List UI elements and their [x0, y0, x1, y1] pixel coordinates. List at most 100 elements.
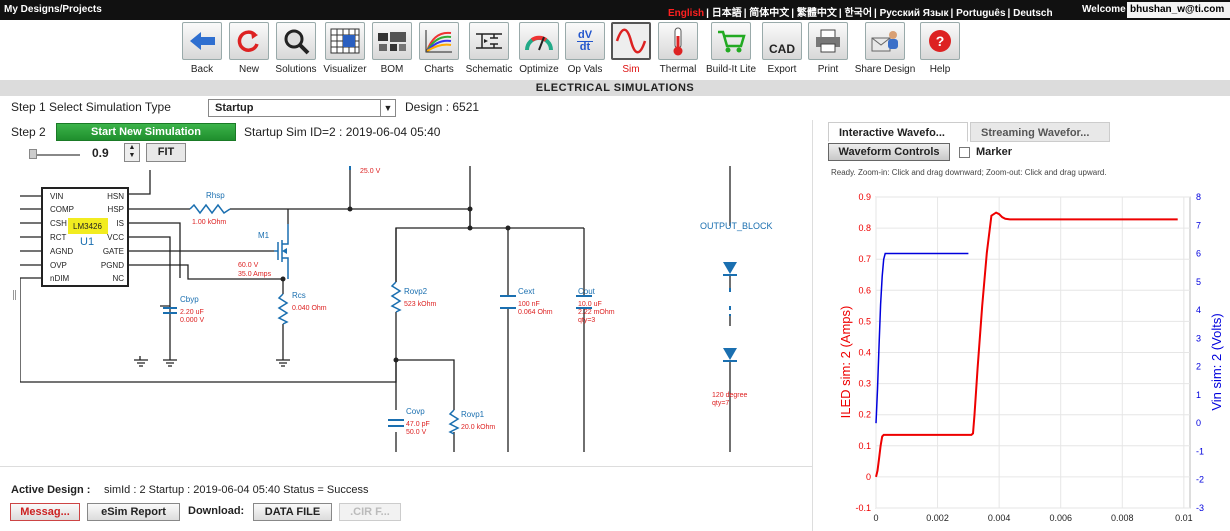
lang-english[interactable]: English — [668, 8, 704, 19]
svg-text:?: ? — [936, 33, 945, 49]
ic-u1[interactable]: VIN COMP CSH RCT AGND OVP nDIM HSN HSP I… — [41, 187, 129, 287]
export-button[interactable]: CAD Export — [761, 22, 803, 75]
schematic-button[interactable]: Schematic — [464, 22, 514, 75]
download-label: Download: — [188, 505, 245, 517]
pin-hsn: HSN — [107, 192, 124, 201]
capacitor-cbyp[interactable]: Cbyp 2.20 uF 0.000 V — [163, 295, 204, 324]
x-tick-label: 0.002 — [926, 513, 949, 523]
lang-german[interactable]: Deutsch — [1013, 8, 1052, 19]
schematic-canvas[interactable]: VIN COMP CSH RCT AGND OVP nDIM HSN HSP I… — [20, 166, 810, 452]
svg-text:Cout: Cout — [578, 287, 596, 296]
lang-simplified-chinese[interactable]: 简体中文 — [749, 8, 789, 19]
sine-wave-icon — [611, 22, 651, 60]
left-tick-label: 0.6 — [858, 285, 871, 295]
top-voltage: 25.0 V — [360, 168, 381, 175]
lang-russian[interactable]: Русский Язык — [880, 8, 949, 19]
page-title: ELECTRICAL SIMULATIONS — [0, 80, 1230, 96]
breadcrumb[interactable]: My Designs/Projects — [4, 4, 102, 15]
sim-info: Startup Sim ID=2 : 2019-06-04 05:40 — [244, 125, 441, 139]
lang-portuguese[interactable]: Português — [956, 8, 1005, 19]
right-tick-label: 2 — [1196, 362, 1201, 372]
right-tick-label: -2 — [1196, 475, 1204, 485]
solutions-button[interactable]: Solutions — [273, 22, 319, 75]
resistor-rovp1[interactable]: Rovp1 20.0 kOhm — [448, 409, 495, 435]
build-it-lite-button[interactable]: Build-It Lite — [704, 22, 758, 75]
marker-checkbox[interactable] — [959, 147, 970, 158]
share-design-button[interactable]: Share Design — [853, 22, 917, 75]
messages-button[interactable]: Messag... — [10, 503, 80, 521]
tab-interactive-waveform[interactable]: Interactive Wavefo... — [828, 122, 968, 142]
sim-button[interactable]: Sim — [610, 22, 652, 75]
left-tick-label: 0.5 — [858, 316, 871, 326]
data-file-button[interactable]: DATA FILE — [253, 503, 332, 521]
zoom-slider-handle[interactable] — [29, 149, 37, 159]
svg-text:Covp: Covp — [406, 407, 425, 416]
svg-text:20.0 kOhm: 20.0 kOhm — [461, 424, 495, 431]
capacitor-cout[interactable]: Cout 10.0 uF 2.22 mOhm qty=3 — [576, 287, 615, 324]
charts-button[interactable]: Charts — [418, 22, 460, 75]
zoom-stepper[interactable]: ▲ ▼ — [124, 143, 140, 162]
pin-rct: RCT — [50, 233, 67, 242]
waveform-controls-button[interactable]: Waveform Controls — [828, 143, 950, 161]
step2-label: Step 2 — [11, 125, 46, 139]
waveform-chart[interactable]: -0.100.10.20.30.40.50.60.70.80.9 -3-2-10… — [828, 182, 1230, 531]
user-name[interactable]: bhushan_w@ti.com — [1127, 2, 1230, 18]
tab-streaming-waveform[interactable]: Streaming Wavefor... — [970, 122, 1110, 142]
resistor-rcs[interactable]: Rcs 0.040 Ohm — [277, 291, 327, 325]
bom-button[interactable]: BOM — [371, 22, 413, 75]
cart-icon — [711, 22, 751, 60]
left-drag-handle[interactable] — [13, 290, 16, 300]
cir-file-button[interactable]: .CIR F... — [339, 503, 401, 521]
start-simulation-button[interactable]: Start New Simulation — [56, 123, 236, 141]
zoom-slider[interactable] — [30, 154, 80, 156]
waveform-help-text: Ready. Zoom-in: Click and drag downward;… — [831, 168, 1107, 177]
sim-type-select[interactable]: Startup ▼ — [208, 99, 396, 117]
svg-text:120 degree: 120 degree — [712, 392, 748, 399]
vertical-splitter[interactable] — [812, 120, 828, 531]
pin-csh: CSH — [50, 219, 67, 228]
x-tick-label: 0.01 — [1175, 513, 1193, 523]
svg-text:qty=3: qty=3 — [578, 317, 595, 324]
resistor-rhsp[interactable]: Rhsp 1.00 kOhm — [189, 191, 231, 226]
thermal-button[interactable]: Thermal — [656, 22, 700, 75]
cad-icon: CAD — [762, 22, 802, 60]
x-axis-ticks: 0 0.002 0.004 0.006 0.008 0.01 — [873, 513, 1192, 523]
fit-button[interactable]: FIT — [146, 143, 186, 162]
back-button[interactable]: Back — [182, 22, 222, 75]
dvdt-icon: dV dt — [565, 22, 605, 60]
visualizer-button[interactable]: Visualizer — [322, 22, 368, 75]
help-button[interactable]: ? Help — [920, 22, 960, 75]
left-tick-label: 0.2 — [858, 410, 871, 420]
right-tick-label: 0 — [1196, 418, 1201, 428]
pin-nc: NC — [112, 274, 124, 283]
chevron-down-icon: ▼ — [380, 100, 395, 116]
svg-text:Rcs: Rcs — [292, 291, 306, 300]
capacitor-covp[interactable]: Covp 47.0 pF 50.0 V — [388, 407, 430, 436]
right-tick-label: 4 — [1196, 305, 1201, 315]
pin-ovp: OVP — [50, 261, 67, 270]
pin-agnd: AGND — [50, 247, 73, 256]
pin-comp: COMP — [50, 205, 74, 214]
optimize-button[interactable]: Optimize — [517, 22, 561, 75]
new-button[interactable]: New — [229, 22, 269, 75]
lang-japanese[interactable]: 日本語 — [712, 8, 742, 19]
print-button[interactable]: Print — [808, 22, 848, 75]
right-tick-label: 6 — [1196, 249, 1201, 259]
pin-vin: VIN — [50, 192, 64, 201]
ic-ref: U1 — [80, 236, 94, 248]
svg-text:Rovp1: Rovp1 — [461, 410, 485, 419]
lang-traditional-chinese[interactable]: 繁體中文 — [797, 8, 837, 19]
resistor-rovp2[interactable]: Rovp2 523 kOhm — [390, 281, 436, 313]
left-tick-label: 0.8 — [858, 223, 871, 233]
waveform-panel: Interactive Wavefo... Streaming Wavefor.… — [828, 120, 1230, 531]
op-vals-button[interactable]: dV dt Op Vals — [564, 22, 606, 75]
lang-korean[interactable]: 한국어 — [844, 8, 872, 19]
help-icon: ? — [920, 22, 960, 60]
x-tick-label: 0 — [873, 513, 878, 523]
right-tick-label: 7 — [1196, 220, 1201, 230]
right-tick-label: -3 — [1196, 503, 1204, 513]
esim-report-button[interactable]: eSim Report — [87, 503, 180, 521]
thermometer-icon — [658, 22, 698, 60]
pin-gate: GATE — [103, 247, 124, 256]
output-block[interactable]: OUTPUT_BLOCK 120 degree qty=7 — [700, 221, 773, 407]
